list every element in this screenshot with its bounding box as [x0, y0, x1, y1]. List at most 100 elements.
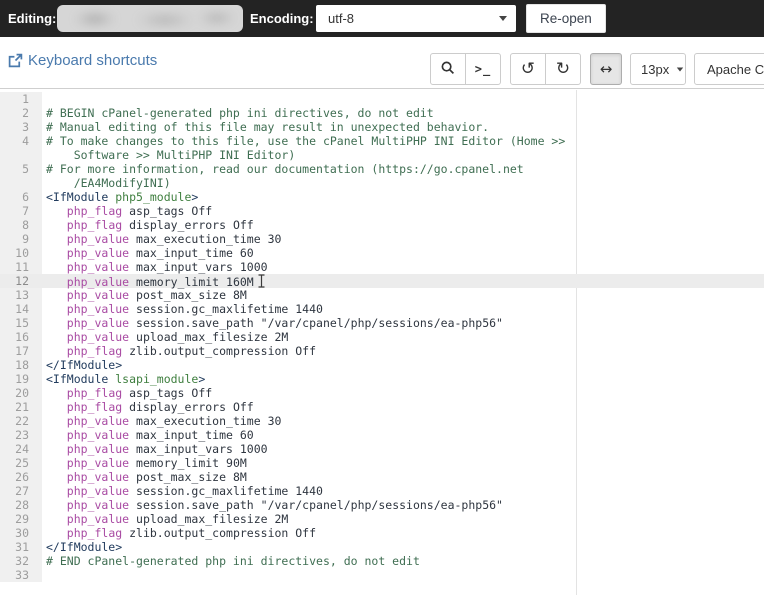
code-line[interactable]: 32# END cPanel-generated php ini directi…	[0, 554, 764, 568]
line-number: 6	[0, 190, 42, 204]
keyboard-shortcuts-link[interactable]: Keyboard shortcuts	[8, 52, 157, 69]
code-line[interactable]: 22 php_value max_execution_time 30	[0, 414, 764, 428]
syntax-mode-value: Apache Con	[707, 62, 764, 77]
code-line[interactable]: 14 php_value session.gc_maxlifetime 1440	[0, 302, 764, 316]
encoding-select[interactable]: utf-8	[316, 5, 516, 32]
chevron-down-icon	[677, 67, 683, 71]
code-line[interactable]: 15 php_value session.save_path "/var/cpa…	[0, 316, 764, 330]
line-number: 33	[0, 568, 42, 582]
code-line[interactable]: 17 php_flag zlib.output_compression Off	[0, 344, 764, 358]
code-line[interactable]: 12 php_value memory_limit 160M	[0, 274, 764, 288]
line-number: 10	[0, 246, 42, 260]
code-line[interactable]: 27 php_value session.gc_maxlifetime 1440	[0, 484, 764, 498]
line-number: 23	[0, 428, 42, 442]
code-line[interactable]: 8 php_flag display_errors Off	[0, 218, 764, 232]
code-line[interactable]: 9 php_value max_execution_time 30	[0, 232, 764, 246]
undo-button[interactable]: ↺	[510, 53, 546, 85]
code-line[interactable]: 2# BEGIN cPanel-generated php ini direct…	[0, 106, 764, 120]
line-number: 14	[0, 302, 42, 316]
code-text: php_value max_input_vars 1000	[42, 260, 764, 274]
code-line[interactable]: 11 php_value max_input_vars 1000	[0, 260, 764, 274]
code-text: php_value session.gc_maxlifetime 1440	[42, 484, 764, 498]
line-number: 32	[0, 554, 42, 568]
code-text	[42, 92, 764, 106]
code-line[interactable]: 10 php_value max_input_time 60	[0, 246, 764, 260]
line-number: 9	[0, 232, 42, 246]
chevron-down-icon	[499, 16, 507, 21]
line-number	[0, 148, 42, 162]
code-text: php_value upload_max_filesize 2M	[42, 512, 764, 526]
code-line[interactable]: /EA4ModifyINI)	[0, 176, 764, 190]
font-size-value: 13px	[641, 62, 669, 77]
code-text: # BEGIN cPanel-generated php ini directi…	[42, 106, 764, 120]
code-text: # To make changes to this file, use the …	[42, 134, 764, 148]
line-number: 29	[0, 512, 42, 526]
code-text: Software >> MultiPHP INI Editor)	[42, 148, 764, 162]
code-line[interactable]: 18</IfModule>	[0, 358, 764, 372]
code-line[interactable]: 24 php_value max_input_vars 1000	[0, 442, 764, 456]
code-line[interactable]: Software >> MultiPHP INI Editor)	[0, 148, 764, 162]
terminal-button[interactable]: >_	[465, 53, 501, 85]
line-number: 21	[0, 400, 42, 414]
code-line[interactable]: 30 php_flag zlib.output_compression Off	[0, 526, 764, 540]
line-number: 16	[0, 330, 42, 344]
line-number: 5	[0, 162, 42, 176]
code-line[interactable]: 19<IfModule lsapi_module>	[0, 372, 764, 386]
code-text: php_value max_input_vars 1000	[42, 442, 764, 456]
code-line[interactable]: 26 php_value post_max_size 8M	[0, 470, 764, 484]
line-number: 26	[0, 470, 42, 484]
code-line[interactable]: 31</IfModule>	[0, 540, 764, 554]
code-editor[interactable]: 12# BEGIN cPanel-generated php ini direc…	[0, 90, 764, 595]
code-text: php_value max_input_time 60	[42, 246, 764, 260]
cpanel-file-editor: { "topbar": { "editing_label": "Editing:…	[0, 0, 764, 595]
search-button[interactable]	[430, 53, 466, 85]
code-line[interactable]: 3# Manual editing of this file may resul…	[0, 120, 764, 134]
code-text: php_value upload_max_filesize 2M	[42, 330, 764, 344]
code-text: php_flag zlib.output_compression Off	[42, 526, 764, 540]
code-line[interactable]: 1	[0, 92, 764, 106]
code-line[interactable]: 7 php_flag asp_tags Off	[0, 204, 764, 218]
code-line[interactable]: 25 php_value memory_limit 90M	[0, 456, 764, 470]
word-wrap-toggle-button[interactable]: ↔	[590, 53, 622, 85]
code-text: php_flag asp_tags Off	[42, 204, 764, 218]
reopen-button[interactable]: Re-open	[526, 4, 606, 33]
line-number: 28	[0, 498, 42, 512]
filename-field-redacted[interactable]	[57, 5, 243, 32]
line-number: 4	[0, 134, 42, 148]
code-text: # END cPanel-generated php ini directive…	[42, 554, 764, 568]
line-number: 18	[0, 358, 42, 372]
code-line[interactable]: 6<IfModule php5_module>	[0, 190, 764, 204]
code-line[interactable]: 20 php_flag asp_tags Off	[0, 386, 764, 400]
font-size-select[interactable]: 13px	[630, 53, 686, 85]
code-line[interactable]: 21 php_flag display_errors Off	[0, 400, 764, 414]
code-line[interactable]: 5# For more information, read our docume…	[0, 162, 764, 176]
undo-icon: ↺	[521, 61, 535, 78]
terminal-icon: >_	[475, 62, 491, 76]
line-number: 20	[0, 386, 42, 400]
code-line[interactable]: 23 php_value max_input_time 60	[0, 428, 764, 442]
redo-icon: ↻	[556, 61, 570, 78]
code-line[interactable]: 29 php_value upload_max_filesize 2M	[0, 512, 764, 526]
code-text: php_value memory_limit 160M	[42, 274, 764, 288]
code-line[interactable]: 16 php_value upload_max_filesize 2M	[0, 330, 764, 344]
code-text: </IfModule>	[42, 540, 764, 554]
code-line[interactable]: 13 php_value post_max_size 8M	[0, 288, 764, 302]
line-number: 2	[0, 106, 42, 120]
code-line[interactable]: 33	[0, 568, 764, 582]
code-line[interactable]: 4# To make changes to this file, use the…	[0, 134, 764, 148]
editing-label: Editing:	[8, 11, 56, 26]
code-text: # Manual editing of this file may result…	[42, 120, 764, 134]
editor-header-bar: Editing: Encoding: utf-8 Re-open	[0, 0, 764, 37]
code-text: php_value post_max_size 8M	[42, 288, 764, 302]
syntax-mode-select[interactable]: Apache Con	[694, 53, 764, 85]
code-line[interactable]: 28 php_value session.save_path "/var/cpa…	[0, 498, 764, 512]
code-text: </IfModule>	[42, 358, 764, 372]
code-text: <IfModule lsapi_module>	[42, 372, 764, 386]
line-number: 25	[0, 456, 42, 470]
line-number: 15	[0, 316, 42, 330]
code-text: php_flag display_errors Off	[42, 218, 764, 232]
line-number: 13	[0, 288, 42, 302]
search-icon	[440, 60, 456, 79]
redo-button[interactable]: ↻	[545, 53, 581, 85]
line-number: 27	[0, 484, 42, 498]
